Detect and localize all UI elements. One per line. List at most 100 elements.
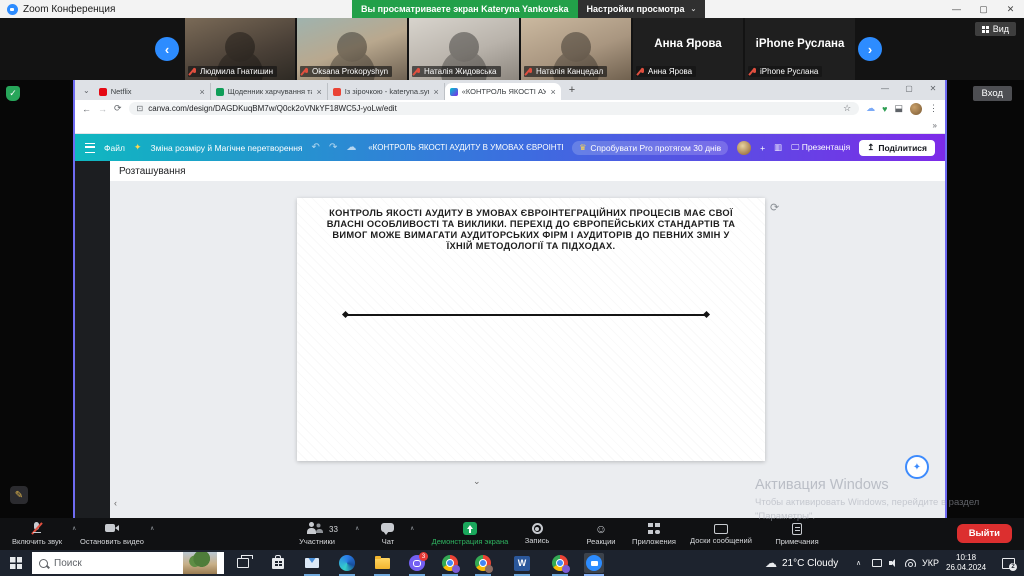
start-button[interactable] — [10, 557, 22, 569]
scroll-left-button[interactable]: ‹ — [155, 37, 179, 61]
record-button[interactable]: Запись — [511, 518, 563, 550]
tray-monitor-button[interactable] — [872, 550, 882, 576]
reload-icon[interactable]: ⟳ — [114, 103, 122, 114]
tab-close-button[interactable]: × — [433, 87, 438, 97]
browser-tab[interactable]: Із зірочкою - kateryna.syreti…× — [328, 83, 445, 100]
participant-tile[interactable]: Людмила Гнатишин — [185, 18, 295, 80]
file-explorer-button[interactable] — [372, 553, 392, 573]
whiteboards-button[interactable]: Доски сообщений — [676, 518, 766, 550]
crown-icon: ♛ — [579, 143, 586, 152]
canva-user-avatar[interactable] — [737, 141, 751, 155]
leave-meeting-button[interactable]: Выйти — [957, 524, 1012, 543]
try-pro-button[interactable]: ♛ Спробувати Pro протягом 30 днів — [572, 141, 728, 155]
browser-menu-icon[interactable]: ⋮ — [929, 103, 938, 114]
extension-heart-icon[interactable]: ♥ — [882, 104, 887, 114]
participant-tile[interactable]: Наталія Жидовська — [409, 18, 519, 80]
participant-tile[interactable]: Наталія Канцедал — [521, 18, 631, 80]
video-options-chevron-icon[interactable]: ∧ — [150, 525, 154, 532]
chrome-profile3-button[interactable] — [550, 553, 570, 573]
viber-button[interactable]: 3 — [407, 553, 427, 573]
canva-file-menu[interactable]: Файл — [104, 143, 125, 153]
notification-center-button[interactable]: 2 — [1002, 550, 1015, 576]
site-info-icon[interactable]: ⊡ — [137, 104, 144, 113]
participant-tile[interactable]: Анна ЯроваАнна Ярова — [633, 18, 743, 80]
mail-button[interactable] — [302, 553, 322, 573]
tray-volume-button[interactable] — [889, 550, 899, 576]
canva-menu-icon[interactable] — [85, 143, 95, 153]
search-highlight-image[interactable] — [183, 552, 217, 574]
signin-button[interactable]: Вход — [973, 86, 1013, 101]
extensions-puzzle-icon[interactable]: ⬓ — [894, 103, 903, 114]
chat-options-chevron-icon[interactable]: ∧ — [410, 525, 414, 532]
tab-close-button[interactable]: × — [199, 87, 204, 97]
canva-resize-button[interactable]: Зміна розміру й Магічне перетворення — [150, 143, 302, 153]
browser-tab[interactable]: «КОНТРОЛЬ ЯКОСТІ АУДИТ…× — [445, 83, 561, 100]
minimize-button[interactable]: — — [943, 0, 970, 18]
browser-close-button[interactable]: ✕ — [921, 80, 945, 96]
chat-button[interactable]: Чат — [370, 518, 406, 550]
browser-maximize-button[interactable]: ▢ — [897, 80, 921, 96]
insights-chart-icon[interactable]: ▥ — [774, 142, 782, 153]
tray-network-button[interactable] — [905, 550, 916, 576]
tab-title: Netflix — [111, 87, 196, 96]
share-screen-button[interactable]: Демонстрация экрана — [415, 518, 525, 550]
browser-profile-avatar[interactable] — [910, 103, 922, 115]
clock-widget[interactable]: 10:18 26.04.2024 — [946, 550, 986, 576]
view-button[interactable]: Вид — [975, 22, 1016, 36]
bookmarks-overflow-icon[interactable]: » — [933, 121, 937, 130]
chrome-profile2-button[interactable] — [473, 553, 493, 573]
collapse-chevron-icon[interactable]: ⌄ — [473, 476, 481, 487]
whiteboard-icon — [714, 524, 728, 534]
participant-name-label: Наталія Канцедал — [524, 66, 607, 77]
redo-icon[interactable]: ↷ — [329, 142, 337, 153]
annotate-pencil-button[interactable]: ✎ — [10, 486, 28, 504]
scroll-right-button[interactable]: › — [858, 37, 882, 61]
microsoft-store-button[interactable] — [268, 553, 288, 573]
weather-widget[interactable]: ☁ 21°C Cloudy — [765, 550, 838, 576]
present-button[interactable]: 🖵 Презентація — [791, 142, 850, 153]
tab-close-button[interactable]: × — [316, 87, 321, 97]
extension-cloud-icon[interactable]: ☁ — [866, 103, 875, 114]
presentation-slide[interactable]: КОНТРОЛЬ ЯКОСТІ АУДИТУ В УМОВАХ ЄВРОІНТЕ… — [297, 198, 765, 461]
chrome-profile1-button[interactable] — [440, 553, 460, 573]
maximize-button[interactable]: ▢ — [970, 0, 997, 18]
view-settings-button[interactable]: Настройки просмотра ⌄ — [578, 0, 706, 18]
participant-name-label: Oksana Prokopyshyn — [300, 66, 392, 77]
unmute-button[interactable]: Включить звук — [6, 518, 68, 550]
canva-assistant-button[interactable]: ✦ — [905, 455, 929, 479]
undo-icon[interactable]: ↶ — [312, 142, 320, 153]
notes-button[interactable]: Примечания — [764, 518, 830, 550]
canva-doc-title[interactable]: «КОНТРОЛЬ ЯКОСТІ АУДИТУ В УМОВАХ ЄВРОІНТ… — [368, 143, 563, 152]
add-member-button[interactable]: + — [760, 143, 765, 153]
taskbar-search-box[interactable]: Поиск — [32, 552, 224, 574]
participants-options-chevron-icon[interactable]: ∧ — [355, 525, 359, 532]
canva-share-button[interactable]: ↥ Поділитися — [859, 140, 935, 156]
reactions-button[interactable]: ☺ Реакции — [575, 518, 627, 550]
participant-tile[interactable]: iPhone РусланаiPhone Руслана — [745, 18, 855, 80]
url-field[interactable]: ⊡ canva.com/design/DAGDKuqBM7w/Q0ck2oVNk… — [129, 102, 860, 115]
stop-video-button[interactable]: Остановить видео — [76, 518, 148, 550]
tab-close-button[interactable]: × — [550, 87, 555, 97]
language-indicator[interactable]: УКР — [922, 550, 939, 576]
word-button[interactable]: W — [512, 553, 532, 573]
try-pro-label: Спробувати Pro протягом 30 днів — [590, 143, 721, 153]
browser-tab[interactable]: Щоденник харчування та тр…× — [211, 83, 328, 100]
participants-button[interactable]: 33 Участники — [285, 518, 349, 550]
forward-icon[interactable]: → — [98, 104, 107, 114]
back-icon[interactable]: ← — [82, 104, 91, 114]
close-button[interactable]: ✕ — [997, 0, 1024, 18]
tray-expand-button[interactable]: ∧ — [856, 550, 861, 576]
browser-minimize-button[interactable]: — — [873, 80, 897, 96]
position-panel-header[interactable]: Розташування — [110, 161, 945, 182]
zoom-app-button[interactable] — [584, 553, 604, 573]
participant-tile[interactable]: Oksana Prokopyshyn — [297, 18, 407, 80]
rotate-refresh-icon[interactable]: ⟳ — [770, 201, 779, 214]
new-tab-button[interactable]: + — [561, 84, 583, 96]
edge-button[interactable] — [337, 553, 357, 573]
filmstrip-left-arrow[interactable]: ‹ — [112, 498, 119, 508]
tab-search-chevron-icon[interactable]: ⌄ — [79, 86, 94, 95]
task-view-button[interactable] — [233, 553, 253, 573]
bookmark-star-icon[interactable]: ☆ — [843, 103, 851, 114]
browser-tab[interactable]: Netflix× — [94, 83, 211, 100]
chrome-icon — [442, 555, 458, 571]
